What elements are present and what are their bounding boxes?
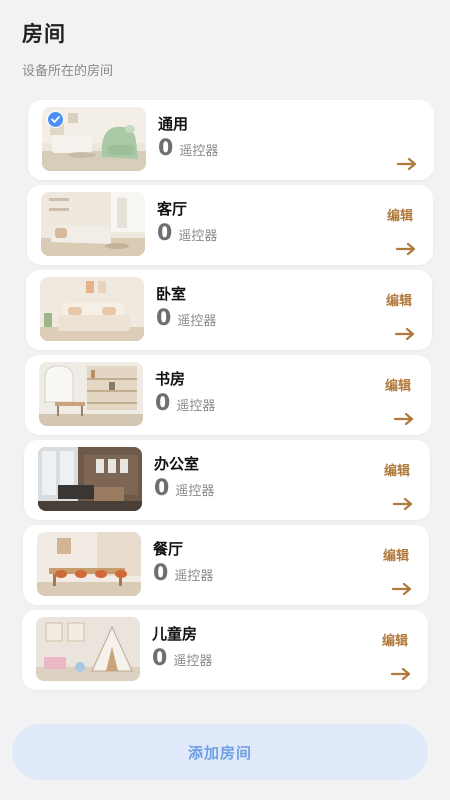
device-count: 0 遥控器 [156, 306, 216, 331]
device-count: 0 遥控器 [152, 646, 212, 671]
room-thumbnail [37, 532, 141, 596]
device-count-value: 0 [153, 561, 169, 586]
device-count: 0 遥控器 [154, 476, 214, 501]
room-thumbnail [40, 277, 144, 341]
room-name: 客厅 [157, 200, 188, 218]
room-card[interactable]: 办公室 0 遥控器 编辑 [24, 440, 430, 520]
edit-button[interactable]: 编辑 [382, 630, 408, 649]
edit-button[interactable]: 编辑 [385, 375, 411, 394]
page-header: 房间 设备所在的房间 [22, 18, 113, 79]
room-thumbnail [39, 362, 143, 426]
arrow-right-icon[interactable] [393, 412, 415, 426]
edit-button[interactable]: 编辑 [387, 205, 413, 224]
room-name: 书房 [155, 370, 186, 388]
room-card[interactable]: 儿童房 0 遥控器 编辑 [22, 610, 428, 690]
device-count-value: 0 [158, 136, 174, 161]
arrow-right-icon[interactable] [392, 497, 414, 511]
device-count-label: 遥控器 [176, 399, 216, 414]
edit-button[interactable]: 编辑 [383, 545, 409, 564]
room-name: 办公室 [154, 455, 200, 473]
device-count: 0 遥控器 [158, 136, 218, 161]
device-count-label: 遥控器 [177, 314, 217, 329]
device-count-value: 0 [157, 221, 173, 246]
edit-button[interactable]: 编辑 [386, 290, 412, 309]
room-card[interactable]: 餐厅 0 遥控器 编辑 [23, 525, 429, 605]
arrow-right-icon[interactable] [390, 667, 412, 681]
page-subtitle: 设备所在的房间 [22, 64, 114, 79]
page-title: 房间 [22, 22, 66, 46]
room-card[interactable]: 书房 0 遥控器 编辑 [25, 355, 431, 435]
device-count-value: 0 [154, 476, 170, 501]
arrow-right-icon[interactable] [394, 327, 416, 341]
device-count-label: 遥控器 [174, 569, 214, 584]
device-count: 0 遥控器 [157, 221, 217, 246]
room-thumbnail [41, 192, 145, 256]
device-count-label: 遥控器 [179, 144, 219, 159]
device-count-value: 0 [155, 391, 171, 416]
add-room-button[interactable]: 添加房间 [12, 724, 428, 780]
arrow-right-icon[interactable] [395, 242, 417, 256]
arrow-right-icon[interactable] [391, 582, 413, 596]
room-card[interactable]: 卧室 0 遥控器 编辑 [26, 270, 432, 350]
room-card[interactable]: 通用 0 遥控器 [28, 100, 434, 180]
room-thumbnail [42, 107, 146, 171]
device-count-value: 0 [152, 646, 168, 671]
room-thumbnail [36, 617, 140, 681]
device-count-label: 遥控器 [173, 654, 213, 669]
selected-check-icon [47, 111, 64, 128]
device-count-label: 遥控器 [178, 229, 218, 244]
device-count: 0 遥控器 [153, 561, 213, 586]
device-count: 0 遥控器 [155, 391, 215, 416]
room-name: 卧室 [156, 285, 187, 303]
room-name: 餐厅 [153, 540, 184, 558]
device-count-value: 0 [156, 306, 172, 331]
room-name: 儿童房 [152, 625, 198, 643]
room-thumbnail [38, 447, 142, 511]
room-card[interactable]: 客厅 0 遥控器 编辑 [27, 185, 433, 265]
room-name: 通用 [158, 115, 189, 133]
edit-button[interactable]: 编辑 [384, 460, 410, 479]
arrow-right-icon[interactable] [396, 157, 418, 171]
device-count-label: 遥控器 [175, 484, 215, 499]
